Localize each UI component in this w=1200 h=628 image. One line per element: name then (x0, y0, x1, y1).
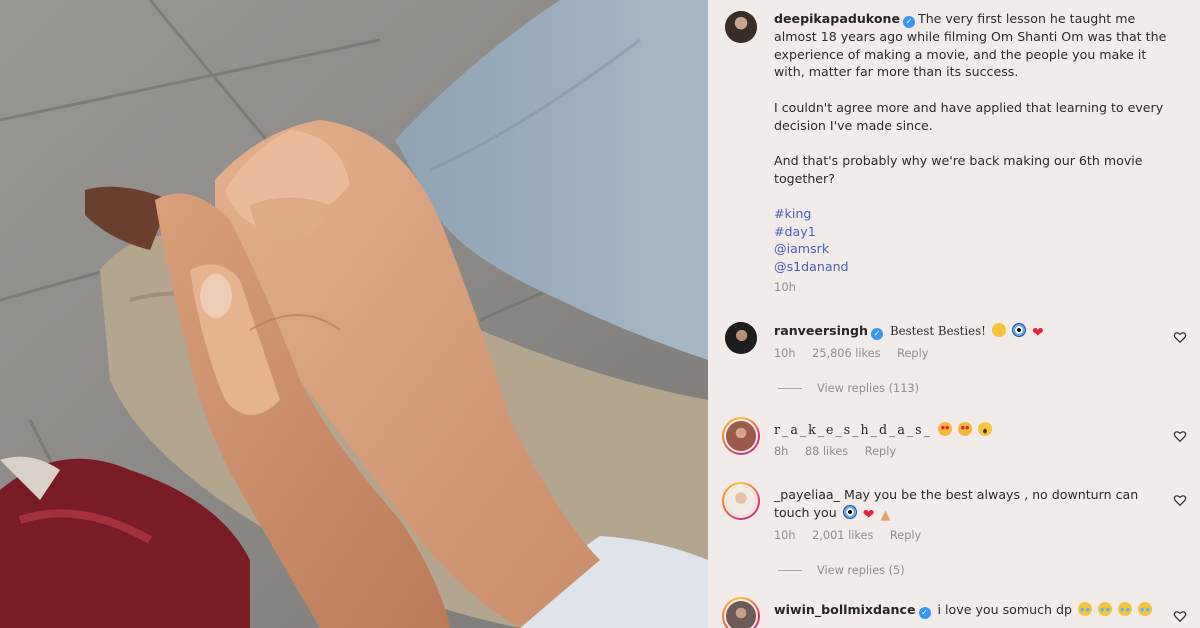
comment-likes[interactable]: 88 likes (805, 445, 848, 458)
comment-time: 8h (774, 444, 789, 458)
comment-time: 10h (774, 346, 796, 360)
heart-eyes-icon (957, 422, 972, 436)
heart-eyes-icon (937, 422, 952, 436)
crying-face-icon (1078, 602, 1093, 616)
comment-avatar[interactable] (722, 417, 760, 455)
replies-divider (778, 570, 802, 571)
hashtag-king[interactable]: #king (774, 205, 1174, 223)
comment-username[interactable]: wiwin_bollmixdance (774, 602, 916, 617)
view-replies-button[interactable]: View replies (113) (778, 382, 919, 395)
red-heart-icon: ❤ (1031, 325, 1044, 341)
comment-text: Bestest Besties! (889, 324, 986, 338)
comment-item: wiwin_bollmixdance ✓ i love you somuch dp (774, 601, 1174, 619)
crying-face-icon (1118, 602, 1133, 616)
verified-badge-icon: ✓ (903, 16, 915, 28)
comment-username[interactable]: ranveersingh (774, 323, 868, 338)
post-author-avatar[interactable] (725, 11, 757, 43)
comment-item: _payeliaa_ May you be the best always , … (774, 486, 1174, 544)
view-replies-label: View replies (5) (817, 564, 905, 577)
like-heart-icon[interactable] (1173, 493, 1187, 507)
nazar-amulet-icon (1011, 323, 1026, 337)
mention-iamsrk[interactable]: @iamsrk (774, 240, 1174, 258)
like-heart-icon[interactable] (1173, 330, 1187, 344)
crying-face-icon (1138, 602, 1153, 616)
hashtag-day1[interactable]: #day1 (774, 223, 1174, 241)
post-photo (0, 0, 708, 628)
face-hands-icon (991, 323, 1006, 337)
reply-button[interactable]: Reply (865, 445, 896, 458)
folded-hands-icon: ▲ (880, 507, 891, 523)
comment-meta: 10h 25,806 likes Reply (774, 345, 1174, 363)
comment-username[interactable]: _payeliaa_ (774, 487, 840, 502)
comments-panel: deepikapadukone ✓ The very first lesson he… (708, 0, 1200, 628)
comment-meta: 8h 88 likes Reply (774, 443, 1174, 461)
holding-hands-photo (0, 0, 708, 628)
screaming-face-icon (977, 422, 992, 436)
crying-face-icon (1098, 602, 1113, 616)
post-timestamp: 10h (774, 279, 796, 294)
post-author-username[interactable]: deepikapadukone (774, 11, 900, 26)
comment-meta: 10h 2,001 likes Reply (774, 527, 1174, 545)
comment-avatar[interactable] (722, 482, 760, 520)
comment-likes[interactable]: 25,806 likes (812, 347, 880, 360)
comment-likes[interactable]: 2,001 likes (812, 529, 873, 542)
view-replies-button[interactable]: View replies (5) (778, 564, 905, 577)
comment-text: i love you somuch dp (937, 602, 1072, 617)
like-heart-icon[interactable] (1173, 429, 1187, 443)
comment-avatar[interactable] (722, 597, 760, 628)
replies-divider (778, 388, 802, 389)
comment-username[interactable]: r_a_k_e_s_h_d_a_s_ (774, 422, 932, 437)
caption-paragraph-3: And that's probably why we're back makin… (774, 152, 1143, 186)
hashtag-list: #king #day1 @iamsrk @s1danand (774, 205, 1174, 276)
reply-button[interactable]: Reply (890, 529, 921, 542)
verified-badge-icon: ✓ (870, 328, 883, 340)
comment-item: r_a_k_e_s_h_d_a_s_ 8h 88 likes Reply (774, 421, 1174, 460)
comment-avatar[interactable] (725, 322, 757, 354)
comment-item: ranveersingh ✓ Bestest Besties! ❤ 10h 25,… (774, 322, 1174, 362)
view-replies-label: View replies (113) (817, 382, 919, 395)
mention-s1danand[interactable]: @s1danand (774, 258, 1174, 276)
verified-badge-icon: ✓ (918, 607, 931, 619)
like-heart-icon[interactable] (1173, 609, 1187, 623)
red-heart-icon: ❤ (862, 506, 875, 523)
reply-button[interactable]: Reply (897, 347, 928, 360)
comment-time: 10h (774, 528, 796, 542)
post-caption: deepikapadukone ✓ The very first lesson he… (774, 10, 1174, 297)
caption-paragraph-2: I couldn't agree more and have applied t… (774, 99, 1164, 133)
nazar-amulet-icon (842, 504, 857, 519)
